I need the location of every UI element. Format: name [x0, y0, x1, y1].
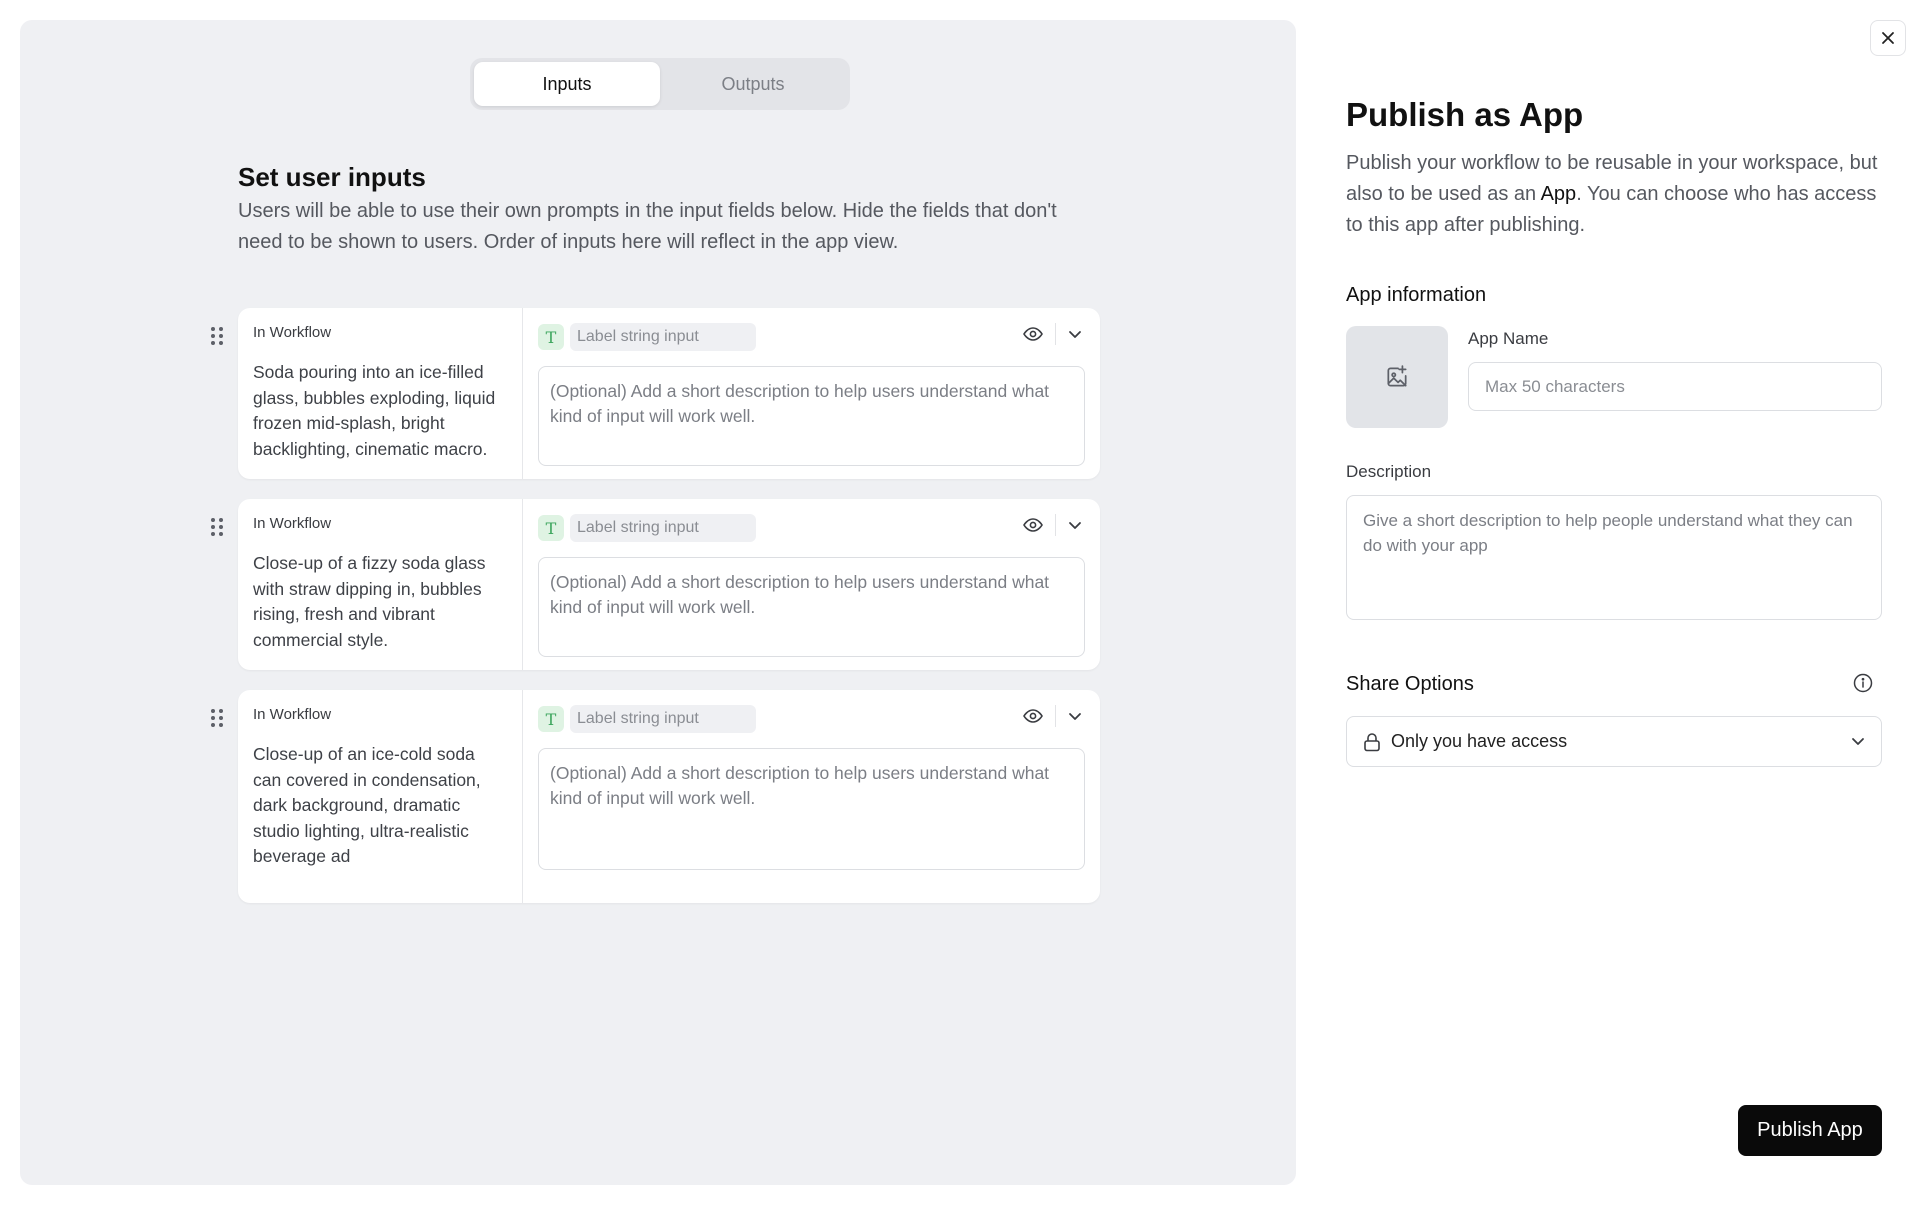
info-icon[interactable] — [1853, 673, 1873, 693]
drag-handle-icon[interactable] — [211, 327, 225, 347]
source-label: In Workflow — [253, 324, 332, 341]
share-options-value: Only you have access — [1391, 731, 1568, 751]
workflow-prompt-text: Close-up of an ice-cold soda can covered… — [253, 744, 481, 866]
publish-app-button[interactable]: Publish App — [1738, 1105, 1882, 1156]
workflow-prompt-text: Close-up of a fizzy soda glass with stra… — [253, 553, 486, 650]
workflow-prompt-column: In Workflow Soda pouring into an ice-fil… — [238, 308, 523, 479]
tab-outputs[interactable]: Outputs — [660, 62, 846, 106]
eye-icon[interactable] — [1023, 518, 1043, 532]
image-add-icon — [1387, 365, 1407, 387]
eye-icon[interactable] — [1023, 709, 1043, 723]
description-label: Description — [1346, 462, 1432, 481]
share-options-heading: Share Options — [1346, 673, 1474, 695]
divider — [1055, 705, 1056, 727]
tab-bar: Inputs Outputs — [470, 58, 850, 110]
lock-icon — [1364, 732, 1380, 751]
label-input[interactable]: Label string input — [570, 323, 756, 351]
label-input[interactable]: Label string input — [570, 705, 756, 733]
input-description-field[interactable]: (Optional) Add a short description to he… — [538, 366, 1085, 466]
input-card: In Workflow Soda pouring into an ice-fil… — [238, 308, 1100, 479]
eye-icon[interactable] — [1023, 327, 1043, 341]
input-config-column: T Label string input (Optional) Add a sh… — [523, 499, 1100, 670]
input-config-column: T Label string input (Optional) Add a sh… — [523, 308, 1100, 479]
source-label: In Workflow — [253, 515, 332, 532]
label-input[interactable]: Label string input — [570, 514, 756, 542]
publish-title: Publish as App — [1346, 96, 1584, 133]
section-title: Set user inputs — [238, 162, 426, 192]
publish-description: Publish your workflow to be reusable in … — [1346, 152, 1878, 236]
workflow-prompt-column: In Workflow Close-up of a fizzy soda gla… — [238, 499, 523, 670]
drag-handle-icon[interactable] — [211, 518, 225, 538]
workflow-prompt-text: Soda pouring into an ice-filled glass, b… — [253, 362, 496, 459]
input-config-column: T Label string input (Optional) Add a sh… — [523, 690, 1100, 903]
share-options-select[interactable]: Only you have access — [1346, 716, 1882, 767]
text-type-icon: T — [538, 515, 564, 541]
input-card: In Workflow Close-up of a fizzy soda gla… — [238, 499, 1100, 670]
divider — [1055, 514, 1056, 536]
description-textarea[interactable]: Give a short description to help people … — [1346, 495, 1882, 620]
app-image-upload[interactable] — [1346, 326, 1448, 428]
chevron-down-icon[interactable] — [1068, 330, 1082, 339]
chevron-down-icon[interactable] — [1068, 712, 1082, 721]
input-card: In Workflow Close-up of an ice-cold soda… — [238, 690, 1100, 903]
input-description-field[interactable]: (Optional) Add a short description to he… — [538, 557, 1085, 657]
close-icon — [1882, 32, 1894, 44]
close-button[interactable] — [1870, 20, 1906, 56]
tab-inputs[interactable]: Inputs — [474, 62, 660, 106]
source-label: In Workflow — [253, 706, 332, 723]
input-description-field[interactable]: (Optional) Add a short description to he… — [538, 748, 1085, 870]
section-description: Users will be able to use their own prom… — [238, 200, 1057, 253]
chevron-down-icon — [1852, 738, 1864, 745]
text-type-icon: T — [538, 324, 564, 350]
app-name-label: App Name — [1468, 329, 1549, 348]
app-name-input[interactable]: Max 50 characters — [1468, 362, 1882, 411]
app-information-heading: App information — [1346, 284, 1487, 306]
drag-handle-icon[interactable] — [211, 709, 225, 729]
app-link-text: App — [1540, 183, 1577, 205]
chevron-down-icon[interactable] — [1068, 521, 1082, 530]
workflow-prompt-column: In Workflow Close-up of an ice-cold soda… — [238, 690, 523, 903]
text-type-icon: T — [538, 706, 564, 732]
divider — [1055, 323, 1056, 345]
